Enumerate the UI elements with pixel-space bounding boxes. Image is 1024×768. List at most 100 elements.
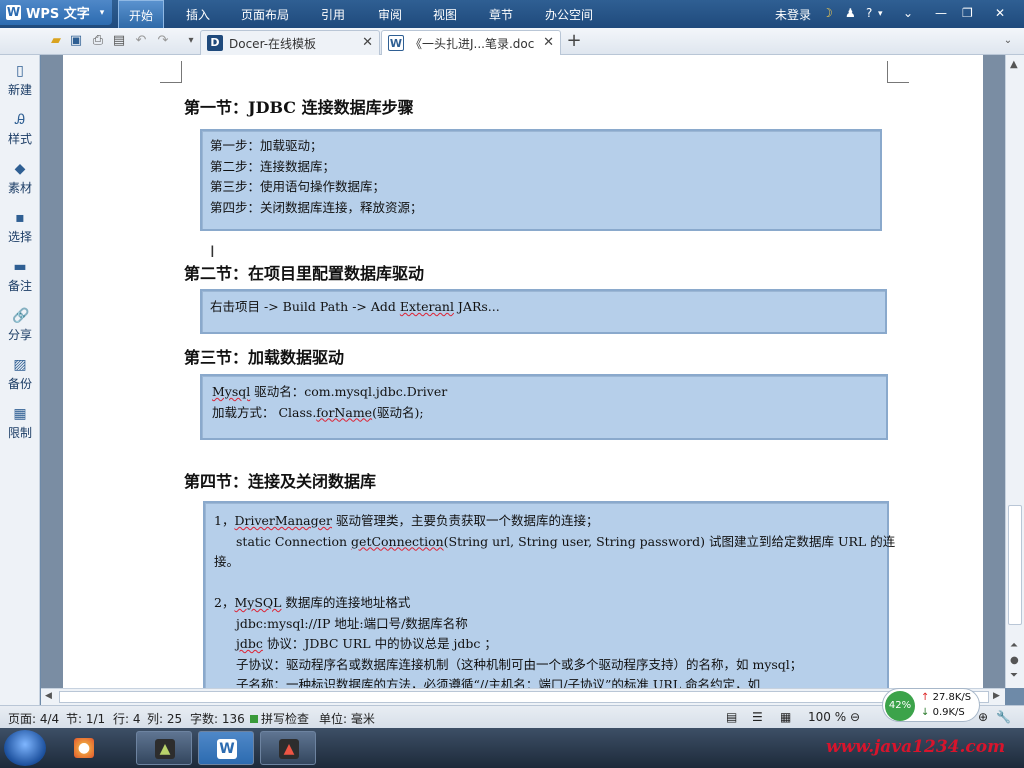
menu-tab-review[interactable]: 审阅 [378,6,402,23]
redo-icon[interactable]: ↷ [155,33,171,49]
menu-tab-chapter[interactable]: 章节 [489,6,513,23]
sidebar-item-material[interactable]: ◆ 素材 [0,161,40,196]
menu-tab-office-space[interactable]: 办公空间 [545,6,593,23]
status-unit[interactable]: 单位: 毫米 [319,710,375,727]
undo-icon[interactable]: ↶ [133,33,149,49]
login-link[interactable]: 未登录 [775,6,811,23]
colorful-app-icon: ● [74,738,94,758]
sidebar-item-share[interactable]: 🔗 分享 [0,308,40,343]
next-page-icon[interactable]: ⏷ [1010,670,1018,681]
driver-box: Mysql 驱动名：com.mysql.jdbc.Driver 加载方式： Cl… [200,374,888,440]
sidebar-item-restrict[interactable]: ▦ 限制 [0,406,40,441]
web-view-icon[interactable]: ▦ [780,710,791,724]
step-line: 第二步：连接数据库； [210,158,336,174]
paragraph-line: 2，MySQL 数据库的连接地址格式 [214,595,411,610]
taskbar-app-editor[interactable]: ▲ [136,731,192,765]
wps-logo-icon: W [6,5,21,20]
start-button[interactable] [4,730,46,766]
skin-icon[interactable]: ☽ [822,6,833,20]
print-icon[interactable]: ⎙ [90,33,106,49]
tab-close-icon[interactable]: ✕ [362,35,373,50]
sidebar-item-style[interactable]: Ꭿ 样式 [0,112,40,147]
restore-icon[interactable]: ❐ [962,6,973,20]
taskbar-app-wps[interactable]: W [198,731,254,765]
document-page[interactable]: 第一节：JDBC 连接数据库步骤 第一步：加载驱动； 第二步：连接数据库； 第三… [63,55,983,688]
print-preview-icon[interactable]: ▤ [111,33,127,49]
collapse-ribbon-icon[interactable]: ⌄ [903,6,913,20]
quick-access-toolbar: ▰ ▣ ⎙ ▤ ↶ ↷ ▾ D Docer-在线模板 ✕ W 《一头扎进J...… [0,28,1024,55]
build-path-box: 右击项目 -> Build Path -> Add Exteranl JARs.… [200,289,887,334]
sidebar-item-new[interactable]: ▯ 新建 [0,63,40,98]
document-area[interactable]: 第一节：JDBC 连接数据库步骤 第一步：加载驱动； 第二步：连接数据库； 第三… [41,55,1005,688]
network-speed-widget[interactable]: 42% ↑ 27.8K/S ↓ 0.9K/S [882,688,980,722]
menu-tab-home[interactable]: 开始 [118,0,165,28]
taskbar-app-ie[interactable]: ● [56,731,112,765]
spell-check-toggle[interactable]: 拼写检查 [250,710,309,727]
tab-current-document[interactable]: W 《一头扎进J...笔录.doc ✕ [381,30,561,55]
customize-chevron-icon[interactable]: ▾ [183,33,199,49]
tab-list-chevron-icon[interactable]: ⌄ [1000,33,1016,49]
status-word-count[interactable]: 字数: 136 [190,710,245,727]
app-menu-button[interactable]: W WPS 文字 ▾ [0,0,112,25]
paragraph-line: jdbc 协议：JDBC URL 中的协议总是 jdbc ； [236,636,497,651]
menu-tab-page-layout[interactable]: 页面布局 [241,6,289,23]
menu-tab-references[interactable]: 引用 [321,6,345,23]
paragraph-line: jdbc:mysql://IP 地址:端口号/数据库名称 [236,615,468,631]
page-view-icon[interactable]: ▤ [726,710,737,724]
site-watermark: www.java1234.com [826,737,1006,757]
settings-wrench-icon[interactable]: 🔧 [996,710,1011,724]
spell-check-icon [250,715,258,723]
doc-icon: W [388,35,404,51]
vertical-scrollbar[interactable]: ▲ ⏶ ● ⏷ [1005,55,1024,688]
download-speed: ↓ 0.9K/S [921,707,965,718]
sidebar-item-note[interactable]: ▬ 备注 [0,259,40,294]
zoom-in-icon[interactable]: ⊕ [978,710,988,724]
scroll-up-icon[interactable]: ▲ [1010,59,1018,70]
style-icon: Ꭿ [14,112,26,128]
select-browse-icon[interactable]: ● [1010,655,1019,666]
title-bar: W WPS 文字 ▾ 开始 插入 页面布局 引用 审阅 视图 章节 办公空间 未… [0,0,1024,28]
paragraph-line: 子协议：驱动程序名或数据库连接机制（这种机制可由一个或多个驱动程序支持）的名称，… [236,656,803,672]
wps-app-icon: W [217,739,237,759]
horizontal-scrollbar[interactable]: ◀ ▶ [41,688,1005,705]
recorder-app-icon: ▲ [279,739,299,759]
tab-close-icon[interactable]: ✕ [543,35,554,50]
status-page[interactable]: 页面: 4/4 [8,710,59,727]
tab-docer-templates[interactable]: D Docer-在线模板 ✕ [200,30,380,55]
scroll-thumb[interactable] [1008,505,1022,625]
task-pane-sidebar: ▯ 新建 Ꭿ 样式 ◆ 素材 ▪ 选择 ▬ 备注 🔗 分享 ▨ 备份 ▦ 限制 [0,55,40,707]
open-folder-icon[interactable]: ▰ [48,33,64,49]
zoom-level[interactable]: 100 % [808,710,846,724]
docer-icon: D [207,35,223,51]
paragraph-line: 1，DriverManager 驱动管理类，主要负责获取一个数据库的连接； [214,513,599,528]
sidebar-item-backup[interactable]: ▨ 备份 [0,357,40,392]
paragraph-line: 子名称：一种标识数据库的方法，必须遵循“//主机名：端口/子协议”的标准 URL… [236,677,761,688]
shirt-icon[interactable]: ♟ [845,6,856,20]
upload-speed: ↑ 27.8K/S [921,692,972,703]
scroll-right-icon[interactable]: ▶ [993,691,1000,701]
app-name: WPS 文字 [26,7,90,22]
taskbar-app-recorder[interactable]: ▲ [260,731,316,765]
tab-title: Docer-在线模板 [229,36,317,51]
new-doc-icon: ▯ [16,63,24,79]
share-icon: 🔗 [12,308,30,324]
sidebar-item-select[interactable]: ▪ 选择 [0,210,40,245]
download-arrow-icon: ↓ [921,707,930,718]
help-chevron-icon[interactable]: ▾ [878,9,883,19]
paragraph-line: 接。 [214,554,240,569]
scroll-thumb[interactable] [59,691,989,703]
section-heading: 第四节：连接及关闭数据库 [184,472,377,491]
save-icon[interactable]: ▣ [68,33,84,49]
help-button[interactable]: ? [866,6,872,20]
menu-tab-view[interactable]: 视图 [433,6,457,23]
zoom-out-icon[interactable]: ⊖ [850,710,860,724]
outline-view-icon[interactable]: ☰ [752,710,763,724]
tab-title: 《一头扎进J...笔录.doc [410,36,535,51]
close-icon[interactable]: ✕ [995,6,1005,20]
minimize-icon[interactable]: — [935,6,947,20]
scroll-left-icon[interactable]: ◀ [45,691,52,701]
note-icon: ▬ [13,259,27,275]
menu-tab-insert[interactable]: 插入 [186,6,210,23]
prev-page-icon[interactable]: ⏶ [1010,640,1018,651]
new-tab-icon[interactable]: + [566,32,582,50]
